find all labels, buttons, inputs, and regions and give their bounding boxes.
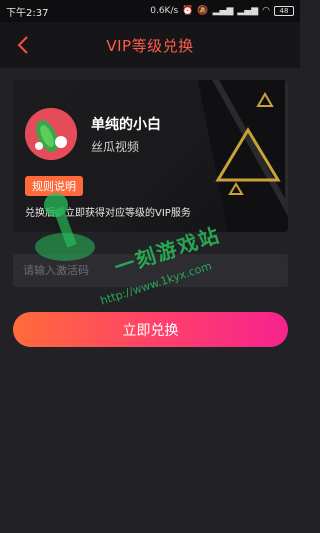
avatar-image xyxy=(25,108,77,160)
activation-code-input[interactable] xyxy=(13,254,288,287)
back-button[interactable] xyxy=(8,30,38,60)
status-bar: 下午2:37 0.6K/s ⏰ 🔕 ▂▄▆ ▂▄▆ ◠ 48 xyxy=(0,0,300,22)
mute-icon: 🔕 xyxy=(197,6,209,16)
user-name: 单纯的小白 xyxy=(91,117,161,133)
card-description: 兑换后，立即获得对应等级的VIP服务 xyxy=(25,208,191,219)
battery-icon: 48 xyxy=(274,6,294,16)
vip-card: 单纯的小白 丝瓜视频 规则说明 兑换后，立即获得对应等级的VIP服务 xyxy=(13,80,288,232)
status-right-group: 0.6K/s ⏰ 🔕 ▂▄▆ ▂▄▆ ◠ 48 xyxy=(150,6,294,16)
page-title: VIP等级兑换 xyxy=(106,36,194,55)
chevron-left-icon xyxy=(17,36,28,54)
signal-icon: ▂▄▆ xyxy=(237,6,259,16)
redeem-button[interactable]: 立即兑换 xyxy=(13,312,288,347)
avatar xyxy=(25,108,77,160)
signal-icon: ▂▄▆ xyxy=(212,6,234,16)
rules-button[interactable]: 规则说明 xyxy=(25,176,83,196)
net-speed: 0.6K/s xyxy=(150,6,179,16)
wifi-icon: ◠ xyxy=(262,6,270,16)
status-time: 下午2:37 xyxy=(6,7,49,19)
alarm-icon: ⏰ xyxy=(182,6,194,16)
app-name: 丝瓜视频 xyxy=(91,140,140,154)
nav-bar: VIP等级兑换 xyxy=(0,22,300,68)
